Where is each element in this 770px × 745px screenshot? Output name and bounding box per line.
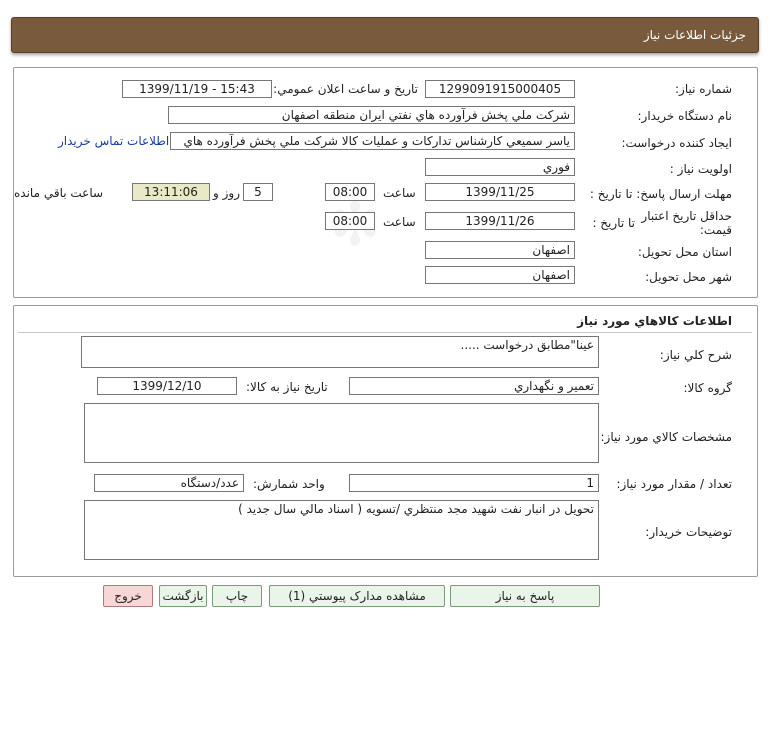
- province-label: استان محل تحويل:: [637, 245, 732, 259]
- group-label: گروه کالا:: [683, 381, 733, 395]
- priority-label: اولويت نياز :: [669, 162, 732, 176]
- need-date-field: 1399/12/10: [97, 377, 237, 395]
- announce-field: 1399/11/19 - 15:43: [122, 80, 272, 98]
- unit-label: واحد شمارش:: [253, 477, 325, 491]
- priority-field: فوري: [425, 158, 575, 176]
- need-number-field: 1299091915000405: [425, 80, 575, 98]
- remaining-time-field: 13:11:06: [132, 183, 210, 201]
- deadline-label: مهلت ارسال پاسخ: تا تاريخ :: [589, 187, 732, 201]
- notes-label: توضيحات خريدار:: [645, 525, 732, 539]
- announce-label: تاريخ و ساعت اعلان عمومي:: [273, 82, 418, 96]
- notes-field: تحويل در انبار نفت شهيد مجد منتظري /تسوي…: [84, 500, 599, 560]
- days-label: روز و: [213, 186, 240, 200]
- buyer-org-field: شرکت ملي پخش فرآورده هاي نفتي ايران منطق…: [168, 106, 575, 124]
- back-button[interactable]: بازگشت: [159, 585, 207, 607]
- print-button[interactable]: چاپ: [212, 585, 262, 607]
- deadline-time-field: 08:00: [325, 183, 375, 201]
- validity-time-label: ساعت: [383, 215, 416, 229]
- city-label: شهر محل تحويل:: [645, 270, 732, 284]
- need-info-panel: [13, 67, 758, 298]
- buyer-contact-link[interactable]: اطلاعات تماس خريدار: [58, 134, 169, 148]
- days-count-field: 5: [243, 183, 273, 201]
- group-field: تعمير و نگهداري: [349, 377, 599, 395]
- city-field: اصفهان: [425, 266, 575, 284]
- section-divider: [18, 332, 752, 333]
- page-title: جزئيات اطلاعات نياز: [643, 28, 746, 42]
- deadline-date-field: 1399/11/25: [425, 183, 575, 201]
- creator-label: ايجاد کننده درخواست:: [621, 136, 732, 150]
- need-number-label: شماره نياز:: [675, 82, 732, 96]
- specs-field: [84, 403, 599, 463]
- remaining-label: ساعت باقي مانده: [14, 186, 104, 200]
- validity-time-field: 08:00: [325, 212, 375, 230]
- province-field: اصفهان: [425, 241, 575, 259]
- specs-label: مشخصات کالاي مورد نياز:: [600, 430, 732, 444]
- validity-date-field: 1399/11/26: [425, 212, 575, 230]
- goods-section-title: اطلاعات کالاهاي مورد نياز: [577, 314, 732, 328]
- validity-to-label: تا تاريخ :: [592, 216, 635, 230]
- creator-field: ياسر سميعي کارشناس تدارکات و عمليات کالا…: [170, 132, 575, 150]
- page-header: جزئيات اطلاعات نياز: [11, 17, 759, 53]
- need-date-label: تاريخ نياز به کالا:: [246, 380, 328, 394]
- qty-label: تعداد / مقدار مورد نياز:: [616, 477, 732, 491]
- qty-field: 1: [349, 474, 599, 492]
- desc-label: شرح کلي نياز:: [659, 348, 732, 362]
- reply-button[interactable]: پاسخ به نياز: [450, 585, 600, 607]
- desc-field: عينا"مطابق درخواست .....: [81, 336, 599, 368]
- unit-field: عدد/دستگاه: [94, 474, 244, 492]
- validity-label: حداقل تاريخ اعتبار قيمت:: [641, 209, 732, 237]
- attachments-button[interactable]: مشاهده مدارک پيوستي (1): [269, 585, 445, 607]
- deadline-time-label: ساعت: [383, 186, 416, 200]
- exit-button[interactable]: خروج: [103, 585, 153, 607]
- buyer-org-label: نام دستگاه خريدار:: [637, 109, 733, 123]
